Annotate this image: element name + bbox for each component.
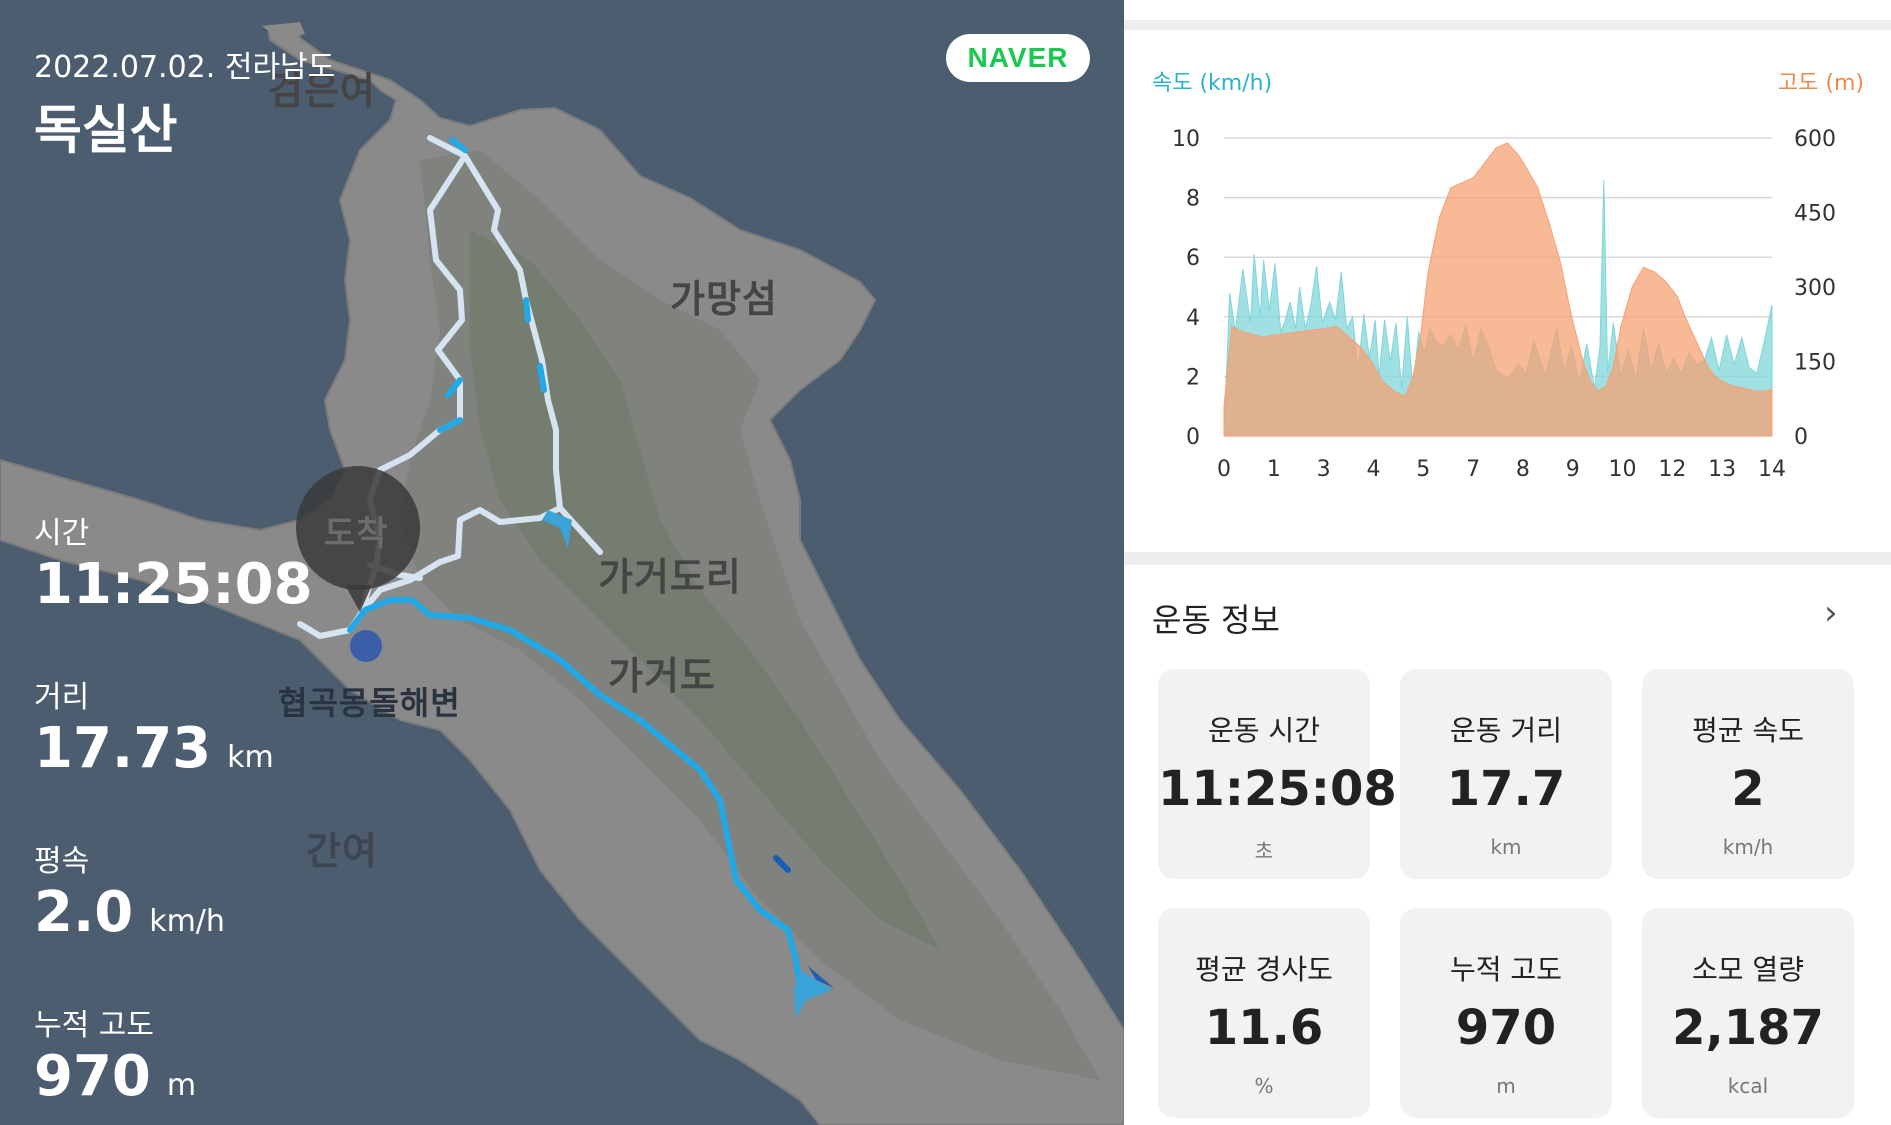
stat-time-value: 11:25:08 <box>34 552 313 617</box>
stat-distance-label: 거리 <box>34 680 90 715</box>
x-tick-label: 3 <box>1317 457 1331 482</box>
y-tick-label: 2 <box>1186 365 1200 390</box>
tile-calories: 소모 열량 2,187 kcal <box>1642 908 1854 1118</box>
y2-tick-label: 300 <box>1794 276 1836 301</box>
y2-tick-label: 600 <box>1794 127 1836 152</box>
tile-unit: 초 <box>1254 839 1274 863</box>
arrival-marker-label: 도착 <box>324 514 389 554</box>
tile-label: 평균 속도 <box>1692 714 1804 747</box>
tile-value: 17.7 <box>1446 761 1566 817</box>
y-tick-label: 0 <box>1186 425 1200 450</box>
x-tick-label: 0 <box>1217 457 1231 482</box>
stat-speed-unit: km/h <box>149 904 225 939</box>
trip-title: 독실산 <box>34 101 178 161</box>
chart-ylabel-right: 고도 (m) <box>1778 71 1864 96</box>
chevron-right-icon[interactable]: › <box>1824 593 1838 633</box>
x-tick-label: 13 <box>1708 457 1736 482</box>
x-tick-label: 8 <box>1516 457 1530 482</box>
place-label-gageodori: 가거도리 <box>598 555 742 599</box>
tile-label: 누적 고도 <box>1450 953 1562 986</box>
stat-elevation-unit: m <box>166 1068 197 1103</box>
chart-areas <box>1223 142 1773 437</box>
route-map[interactable]: 검은여 가망섬 가거도리 가거도 간여 협곡몽돌해변 도착 NAVER 2022… <box>0 0 1124 1125</box>
tile-unit: km/h <box>1722 835 1774 859</box>
beach-icon <box>350 630 382 662</box>
tile-unit: % <box>1254 1074 1274 1098</box>
tile-label: 운동 시간 <box>1208 714 1320 747</box>
stat-distance-value: 17.73 km <box>34 716 274 781</box>
y-tick-label: 4 <box>1186 306 1200 331</box>
tile-label: 평균 경사도 <box>1195 953 1333 986</box>
place-label-beach: 협곡몽돌해변 <box>278 684 461 722</box>
stat-speed-value: 2.0 km/h <box>34 880 225 945</box>
tile-unit: m <box>1496 1074 1516 1098</box>
speed-elevation-chart-card: 속도 (km/h) 고도 (m) 0 2 4 6 8 10 0 150 300 450 600 0 1 3… <box>1124 30 1891 552</box>
tile-value: 11.6 <box>1204 1000 1324 1056</box>
tile-average-speed: 평균 속도 2 km/h <box>1642 669 1854 879</box>
x-tick-label: 14 <box>1758 457 1786 482</box>
y2-tick-label: 450 <box>1794 202 1836 227</box>
place-label-ganyeo: 간여 <box>306 829 378 873</box>
y-tick-label: 8 <box>1186 187 1200 212</box>
series-area-elevation <box>1223 142 1773 437</box>
naver-logo: NAVER <box>946 34 1090 82</box>
top-strip <box>1124 0 1891 20</box>
y-tick-label: 10 <box>1172 127 1200 152</box>
stat-time-label: 시간 <box>34 516 90 551</box>
tile-unit: km <box>1490 835 1522 859</box>
speed-elevation-chart: 속도 (km/h) 고도 (m) 024681001503004506000 1 3… <box>1152 71 1864 482</box>
x-tick-label: 12 <box>1658 457 1686 482</box>
tile-value: 2,187 <box>1672 1000 1824 1056</box>
stat-elevation-value: 970 m <box>34 1044 197 1109</box>
place-label-gamangseom: 가망섬 <box>670 277 778 321</box>
y-tick-label: 6 <box>1186 246 1200 271</box>
tile-value: 2 <box>1731 761 1765 817</box>
tile-unit: kcal <box>1727 1074 1769 1098</box>
tile-value: 970 <box>1455 1000 1557 1056</box>
tile-exercise-distance: 운동 거리 17.7 km <box>1400 669 1612 879</box>
right-panel: 속도 (km/h) 고도 (m) 0 2 4 6 8 10 0 150 300 450 600 0 1 3… <box>1124 0 1891 1125</box>
tile-label: 소모 열량 <box>1692 953 1804 986</box>
stat-elevation-label: 누적 고도 <box>34 1008 154 1043</box>
x-tick-label: 4 <box>1366 457 1380 482</box>
stat-speed-label: 평속 <box>34 844 90 879</box>
trip-date-region: 2022.07.02. 전라남도 <box>34 50 336 85</box>
exercise-info-title: 운동 정보 <box>1152 601 1280 639</box>
x-tick-label: 5 <box>1416 457 1430 482</box>
y2-tick-label: 0 <box>1794 425 1808 450</box>
tile-value: 11:25:08 <box>1158 761 1397 817</box>
x-tick-label: 9 <box>1566 457 1580 482</box>
chart-ylabel-left: 속도 (km/h) <box>1152 71 1272 96</box>
tile-cumulative-elevation: 누적 고도 970 m <box>1400 908 1612 1118</box>
x-tick-label: 7 <box>1466 457 1480 482</box>
exercise-info-card: 운동 정보 › 운동 시간 11:25:08 초 운동 거리 17.7 km 평… <box>1124 565 1891 1125</box>
x-tick-label: 10 <box>1609 457 1637 482</box>
stat-distance-unit: km <box>227 740 274 775</box>
tile-label: 운동 거리 <box>1450 714 1562 747</box>
x-tick-label: 1 <box>1267 457 1281 482</box>
tile-exercise-time: 운동 시간 11:25:08 초 <box>1158 669 1397 879</box>
tile-average-slope: 평균 경사도 11.6 % <box>1158 908 1370 1118</box>
y2-tick-label: 150 <box>1794 351 1836 376</box>
place-label-gageodo: 가거도 <box>608 654 716 698</box>
